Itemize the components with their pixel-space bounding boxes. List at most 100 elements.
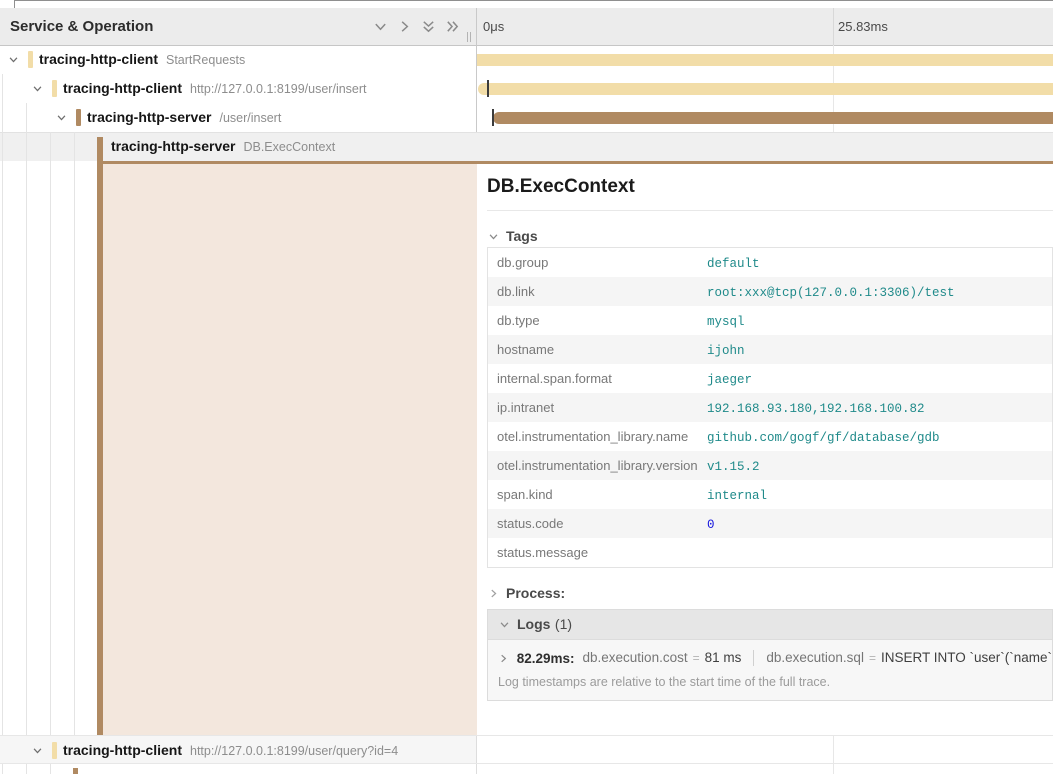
operation-name: DB.ExecContext xyxy=(243,140,335,154)
tree-guide xyxy=(2,74,3,735)
tag-row: span.kindinternal xyxy=(488,480,1052,509)
minimap-scrubber-handle[interactable] xyxy=(14,0,15,8)
tree-guide xyxy=(26,764,27,774)
logs-accordion-header[interactable]: Logs (1) xyxy=(488,610,1052,640)
span-tree-row[interactable]: tracing-http-server/user/insert xyxy=(0,103,476,132)
span-bar-row[interactable] xyxy=(477,736,1053,765)
span-start-tick xyxy=(487,80,489,97)
span-duration-bar xyxy=(477,54,1053,66)
log-field-key: db.execution.sql xyxy=(766,650,864,665)
log-fields: db.execution.cost=81 msdb.execution.sql=… xyxy=(583,650,1052,666)
tree-guide xyxy=(2,764,3,774)
equals-sign: = xyxy=(869,651,876,665)
span-detail-title: DB.ExecContext xyxy=(487,176,635,198)
span-start-tick xyxy=(492,109,494,126)
log-entry-row[interactable]: 82.29ms: db.execution.cost=81 msdb.execu… xyxy=(498,650,1052,666)
tag-row: db.groupdefault xyxy=(488,248,1052,277)
equals-sign: = xyxy=(693,651,700,665)
tag-key: internal.span.format xyxy=(488,364,707,393)
tag-key: hostname xyxy=(488,335,707,364)
collapse-one-icon[interactable] xyxy=(373,19,388,34)
collapse-controls xyxy=(373,19,460,34)
span-bar-row[interactable] xyxy=(477,132,1053,161)
tag-value: 192.168.93.180,192.168.100.82 xyxy=(707,402,925,416)
chevron-down-icon[interactable] xyxy=(32,745,43,756)
log-field-separator xyxy=(753,650,754,666)
tag-row: ip.intranet192.168.93.180,192.168.100.82 xyxy=(488,393,1052,422)
span-tree-row[interactable]: tracing-http-server DB.ExecContext xyxy=(0,132,476,161)
timeline-tick-1: 25.83ms xyxy=(838,8,888,45)
detail-title-divider xyxy=(487,210,1053,211)
chevron-down-icon[interactable] xyxy=(32,83,43,94)
span-bar-row[interactable] xyxy=(477,74,1053,103)
tag-row: db.typemysql xyxy=(488,306,1052,335)
tree-guide xyxy=(74,132,75,735)
timeline-tick-0: 0μs xyxy=(483,8,504,45)
span-tree-row[interactable]: tracing-http-client http://127.0.0.1:8199… xyxy=(0,74,476,103)
tag-value: root:xxx@tcp(127.0.0.1:3306)/test xyxy=(707,286,955,300)
tags-accordion-header[interactable]: Tags xyxy=(488,228,538,244)
log-field-value: INSERT INTO `user`(`name` xyxy=(881,650,1052,665)
tag-row: otel.instrumentation_library.namegithub.… xyxy=(488,422,1052,451)
tag-key: db.link xyxy=(488,277,707,306)
log-field-value: 81 ms xyxy=(705,650,742,665)
timeline-header: 0μs 25.83ms xyxy=(477,8,1053,45)
collapse-all-icon[interactable] xyxy=(421,19,436,34)
chevron-down-icon xyxy=(488,231,499,242)
span-tree-row[interactable]: tracing-http-clienthttp://127.0.0.1:8199… xyxy=(0,736,476,765)
tag-key: status.code xyxy=(488,509,707,538)
tag-row: status.code0 xyxy=(488,509,1052,538)
service-color-swatch xyxy=(76,109,81,126)
service-name: tracing-http-server xyxy=(111,138,235,154)
expand-all-icon[interactable] xyxy=(445,19,460,34)
tag-key: otel.instrumentation_library.version xyxy=(488,451,707,480)
tags-label: Tags xyxy=(506,228,538,244)
log-timestamp: 82.29ms: xyxy=(517,651,575,666)
minimap-scrubber-line xyxy=(14,0,1053,1)
span-bar-row[interactable] xyxy=(477,45,1053,74)
span-duration-bar xyxy=(478,83,1053,95)
service-name: tracing-http-client xyxy=(39,51,158,67)
tag-value: default xyxy=(707,257,760,271)
tag-value: internal xyxy=(707,489,767,503)
tag-row: otel.instrumentation_library.versionv1.1… xyxy=(488,451,1052,480)
operation-name: http://127.0.0.1:8199/user/insert xyxy=(190,82,367,96)
tag-value: ijohn xyxy=(707,344,745,358)
tag-value: jaeger xyxy=(707,373,752,387)
tag-row: internal.span.formatjaeger xyxy=(488,364,1052,393)
tag-key: status.message xyxy=(488,538,707,567)
logs-count: (1) xyxy=(555,616,572,632)
service-color-swatch xyxy=(28,51,33,68)
service-color-swatch xyxy=(52,742,57,759)
tag-key: db.group xyxy=(488,248,707,277)
service-operation-header: Service & Operation xyxy=(0,8,476,45)
tag-key: otel.instrumentation_library.name xyxy=(488,422,707,451)
chevron-down-icon[interactable] xyxy=(56,112,67,123)
tree-guide xyxy=(26,103,27,735)
operation-name: http://127.0.0.1:8199/user/query?id=4 xyxy=(190,744,398,758)
tag-row: db.linkroot:xxx@tcp(127.0.0.1:3306)/test xyxy=(488,277,1052,306)
operation-name: /user/insert xyxy=(219,111,281,125)
span-tree-row[interactable]: tracing-http-client StartRequests xyxy=(0,45,476,74)
tag-key: db.type xyxy=(488,306,707,335)
service-name: tracing-http-client xyxy=(63,80,182,96)
tag-key: span.kind xyxy=(488,480,707,509)
column-resizer-grip[interactable] xyxy=(466,32,473,42)
tag-value: github.com/gogf/gf/database/gdb xyxy=(707,431,940,445)
tag-value: 0 xyxy=(707,518,715,532)
tag-value: mysql xyxy=(707,315,745,329)
service-operation-title: Service & Operation xyxy=(10,8,153,45)
chevron-down-icon[interactable] xyxy=(8,54,19,65)
tag-key: ip.intranet xyxy=(488,393,707,422)
span-detail-panel: DB.ExecContext Tags db.groupdefaultdb.li… xyxy=(477,164,1053,735)
operation-name: StartRequests xyxy=(166,53,245,67)
chevron-right-icon xyxy=(488,588,499,599)
detail-row-tint xyxy=(103,164,477,735)
process-accordion-header[interactable]: Process: xyxy=(488,585,565,601)
span-bar-row[interactable] xyxy=(477,103,1053,132)
timeline-gridline xyxy=(833,8,834,45)
tag-row: status.message xyxy=(488,538,1052,567)
tags-table: db.groupdefaultdb.linkroot:xxx@tcp(127.0… xyxy=(487,247,1053,568)
expand-one-icon[interactable] xyxy=(397,19,412,34)
process-label: Process: xyxy=(506,585,565,601)
